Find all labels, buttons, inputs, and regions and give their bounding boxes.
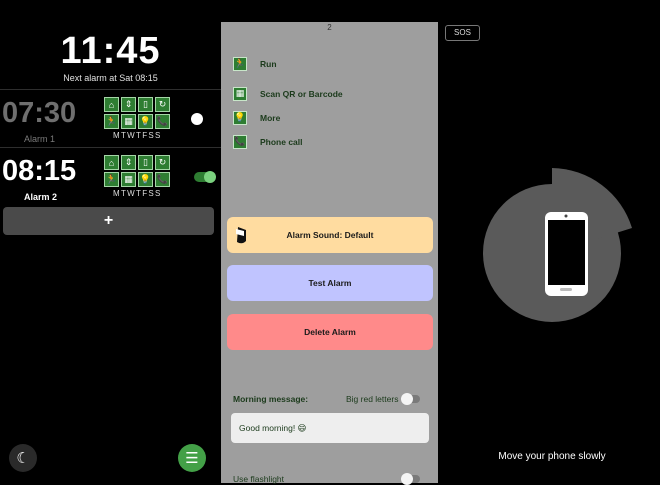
task-label: Run bbox=[260, 58, 277, 69]
alarm-label: Alarm 1 bbox=[24, 134, 56, 144]
task-scan-qr[interactable]: ▦ Scan QR or Barcode bbox=[233, 86, 343, 101]
move-phone-message: Move your phone slowly bbox=[498, 451, 606, 462]
alarm-days: MTWTFSS bbox=[113, 189, 162, 198]
task-phone-call[interactable]: 📞 Phone call bbox=[233, 134, 303, 149]
next-alarm-text: Next alarm at Sat 08:15 bbox=[63, 73, 158, 83]
task-grid[interactable]: ⌂ ⇕ ▯ ↻ 🏃 ▦ 💡 📞 bbox=[104, 155, 170, 187]
big-red-letters-toggle[interactable] bbox=[401, 393, 420, 405]
task-label: Scan QR or Barcode bbox=[260, 88, 343, 99]
qr-icon: ▦ bbox=[233, 86, 247, 101]
alarm-time[interactable]: 07:30 bbox=[2, 97, 76, 130]
phone-image bbox=[545, 212, 588, 296]
delete-alarm-button[interactable]: Delete Alarm bbox=[227, 314, 433, 350]
phone-call-icon: 📞 bbox=[155, 114, 170, 129]
moon-icon: ☾ bbox=[16, 450, 30, 467]
qr-icon: ▦ bbox=[121, 114, 136, 129]
phone-call-icon: 📞 bbox=[233, 134, 247, 149]
run-icon: 🏃 bbox=[104, 114, 119, 129]
alarm-time[interactable]: 08:15 bbox=[2, 155, 76, 188]
bulb-icon: 💡 bbox=[138, 114, 153, 129]
task-more[interactable]: 💡 More bbox=[233, 110, 280, 125]
task-grid[interactable]: ⌂ ⇕ ▯ ↻ 🏃 ▦ 💡 📞 bbox=[104, 97, 170, 129]
flashlight-toggle[interactable] bbox=[401, 473, 420, 485]
alarm-sound-button[interactable]: Alarm Sound: Default bbox=[227, 217, 433, 253]
refresh-icon: ↻ bbox=[155, 155, 170, 170]
phone-outline-icon: ▯ bbox=[138, 155, 153, 170]
big-red-letters-label: Big red letters bbox=[346, 394, 399, 404]
morning-message-label: Morning message: bbox=[233, 394, 309, 404]
page-number: 2 bbox=[327, 23, 332, 32]
hamburger-icon: ☰ bbox=[185, 450, 199, 467]
divider bbox=[0, 147, 221, 148]
door-icon: ⌂ bbox=[104, 155, 119, 170]
task-run[interactable]: 🏃 Run bbox=[233, 56, 277, 71]
task-label: More bbox=[260, 112, 281, 123]
current-time: 11:45 bbox=[60, 30, 161, 72]
alarm-label: Alarm 2 bbox=[24, 192, 58, 202]
alarm-sound-label: Alarm Sound: Default bbox=[286, 230, 374, 240]
sos-button[interactable]: SOS bbox=[445, 25, 480, 41]
menu-button[interactable]: ☰ bbox=[178, 444, 206, 472]
test-alarm-button[interactable]: Test Alarm bbox=[227, 265, 433, 301]
bulb-icon: 💡 bbox=[233, 110, 247, 125]
alarm-days: MTWTFSS bbox=[113, 131, 162, 140]
sound-icon bbox=[236, 227, 246, 244]
add-alarm-button[interactable]: + bbox=[3, 207, 214, 235]
night-mode-button[interactable]: ☾ bbox=[9, 444, 37, 472]
alarm-toggle[interactable] bbox=[191, 113, 203, 125]
phone-call-icon: 📞 bbox=[155, 172, 170, 187]
run-icon: 🏃 bbox=[233, 56, 247, 71]
phone-outline-icon: ▯ bbox=[138, 97, 153, 112]
refresh-icon: ↻ bbox=[155, 97, 170, 112]
run-icon: 🏃 bbox=[104, 172, 119, 187]
divider bbox=[0, 89, 221, 90]
alarm-list-panel: 11:45 Next alarm at Sat 08:15 07:30 Alar… bbox=[0, 0, 221, 483]
alarm-settings-panel: 2 🏃 Run ▦ Scan QR or Barcode 💡 More 📞 Ph… bbox=[221, 22, 438, 485]
task-label: Phone call bbox=[260, 136, 303, 147]
morning-message-input[interactable]: Good morning! 😄 bbox=[231, 413, 429, 443]
alarm-toggle[interactable] bbox=[194, 171, 216, 183]
move-phone-dial bbox=[483, 168, 632, 322]
qr-icon: ▦ bbox=[121, 172, 136, 187]
arrows-icon: ⇕ bbox=[121, 97, 136, 112]
door-icon: ⌂ bbox=[104, 97, 119, 112]
arrows-icon: ⇕ bbox=[121, 155, 136, 170]
bulb-icon: 💡 bbox=[138, 172, 153, 187]
